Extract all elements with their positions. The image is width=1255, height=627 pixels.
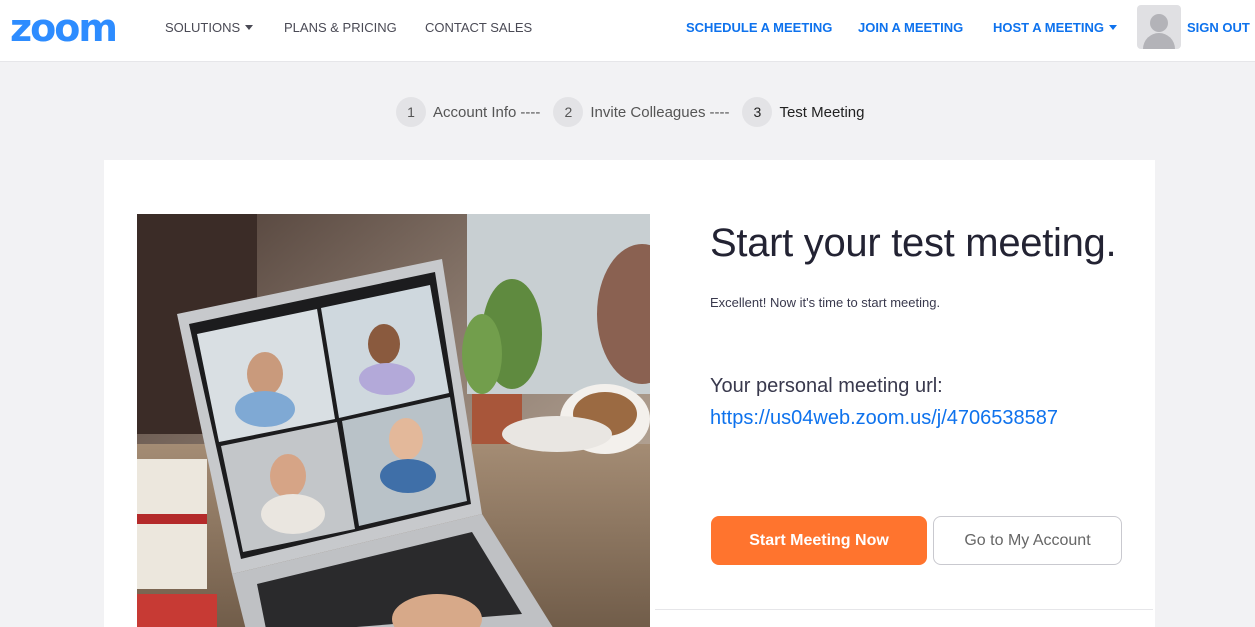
user-avatar-icon[interactable] bbox=[1137, 5, 1181, 49]
zoom-logo[interactable]: zoom bbox=[10, 9, 118, 47]
personal-url-label: Your personal meeting url: bbox=[710, 375, 943, 397]
start-meeting-now-button[interactable]: Start Meeting Now bbox=[711, 516, 927, 565]
nav-host-meeting-menu[interactable]: HOST A MEETING bbox=[993, 20, 1117, 36]
top-navbar: zoom SOLUTIONS PLANS & PRICING CONTACT S… bbox=[0, 0, 1255, 62]
step-test-meeting: 3 Test Meeting bbox=[742, 97, 864, 127]
step-separator: ---- bbox=[709, 103, 730, 121]
step-separator: ---- bbox=[520, 103, 541, 121]
nav-solutions-menu[interactable]: SOLUTIONS bbox=[165, 20, 254, 36]
signup-progress-stepper: 1 Account Info ---- 2 Invite Colleagues … bbox=[396, 97, 864, 127]
avatar-body-shape bbox=[1143, 33, 1175, 49]
nav-contact-sales[interactable]: CONTACT SALES bbox=[425, 20, 532, 36]
personal-meeting-url-link[interactable]: https://us04web.zoom.us/j/4706538587 bbox=[710, 404, 1058, 432]
step-label: Invite Colleagues bbox=[590, 103, 706, 121]
nav-schedule-meeting[interactable]: SCHEDULE A MEETING bbox=[686, 20, 832, 36]
nav-solutions-label: SOLUTIONS bbox=[165, 20, 241, 35]
step-label: Test Meeting bbox=[779, 103, 865, 121]
step-number: 1 bbox=[396, 97, 426, 127]
step-account-info: 1 Account Info ---- bbox=[396, 97, 553, 127]
chevron-down-icon bbox=[245, 25, 254, 30]
laptop-video-call-image bbox=[137, 214, 650, 627]
go-to-my-account-button[interactable]: Go to My Account bbox=[933, 516, 1122, 565]
step-invite-colleagues: 2 Invite Colleagues ---- bbox=[553, 97, 742, 127]
step-label: Account Info bbox=[433, 103, 517, 121]
intro-text: Excellent! Now it's time to start meetin… bbox=[710, 295, 941, 310]
video-call-illustration bbox=[137, 214, 650, 627]
card-divider bbox=[655, 609, 1153, 610]
nav-sign-out[interactable]: SIGN OUT bbox=[1187, 20, 1250, 36]
step-number: 3 bbox=[742, 97, 773, 127]
page-title: Start your test meeting. bbox=[710, 221, 1117, 265]
nav-host-meeting-label: HOST A MEETING bbox=[993, 20, 1104, 35]
step-number: 2 bbox=[553, 97, 584, 127]
nav-join-meeting[interactable]: JOIN A MEETING bbox=[858, 20, 963, 36]
avatar-head-shape bbox=[1150, 14, 1168, 32]
chevron-down-icon bbox=[1108, 25, 1117, 30]
nav-plans-pricing[interactable]: PLANS & PRICING bbox=[284, 20, 397, 36]
